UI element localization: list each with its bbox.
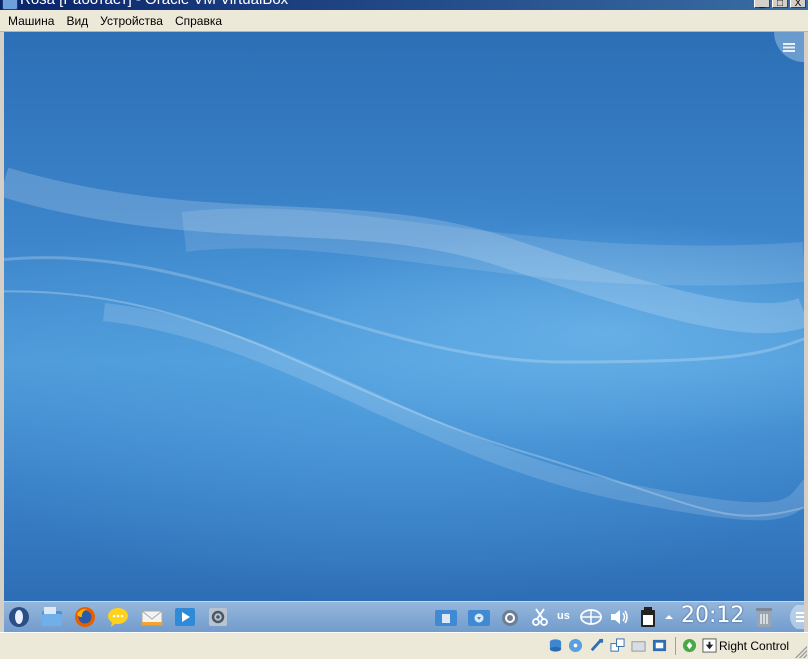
file-manager-icon[interactable] (40, 605, 64, 629)
network-icon[interactable] (579, 605, 603, 629)
hard-disk-icon[interactable] (548, 638, 563, 653)
keyboard-layout-indicator[interactable]: us (557, 610, 570, 622)
host-key-label: Right Control (719, 639, 790, 653)
usb-icon[interactable] (589, 638, 604, 653)
rosa-menu-icon[interactable] (7, 605, 31, 629)
optical-drive-icon[interactable] (568, 638, 583, 653)
volume-icon[interactable] (607, 605, 631, 629)
folder-downloads-icon[interactable] (467, 605, 491, 629)
taskbar-panel: us 20:12 (4, 601, 804, 632)
folder-documents-icon[interactable] (434, 605, 458, 629)
shared-folders-icon[interactable] (631, 638, 646, 653)
status-divider (675, 637, 676, 655)
battery-icon[interactable] (636, 605, 660, 629)
mail-icon[interactable] (140, 605, 164, 629)
window-titlebar[interactable]: Rosa [Работает] - Oracle VM VirtualBox _… (0, 0, 808, 10)
menu-devices[interactable]: Устройства (94, 14, 169, 28)
menu-machine[interactable]: Машина (0, 14, 60, 28)
desktop-wallpaper (4, 167, 804, 521)
menu-view[interactable]: Вид (60, 14, 94, 28)
maximize-button[interactable]: □ (772, 0, 788, 9)
network-adapters-icon[interactable] (610, 638, 625, 653)
close-button[interactable]: X (790, 0, 806, 9)
vm-status-bar: Right Control (0, 632, 808, 659)
resize-grip[interactable] (795, 646, 807, 658)
chat-icon[interactable] (106, 605, 130, 629)
video-capture-icon[interactable] (652, 638, 667, 653)
update-icon[interactable] (498, 605, 522, 629)
window-title: Rosa [Работает] - Oracle VM VirtualBox (20, 0, 288, 8)
mouse-integration-icon[interactable] (682, 638, 697, 653)
firefox-icon[interactable] (73, 605, 97, 629)
trash-icon[interactable] (752, 605, 776, 629)
clipboard-scissors-icon[interactable] (528, 605, 552, 629)
desktop-dashboard-icon[interactable] (784, 605, 804, 629)
guest-screen[interactable]: us 20:12 (4, 32, 804, 632)
virtualbox-app-icon (2, 0, 18, 10)
media-player-icon[interactable] (173, 605, 197, 629)
minimize-button[interactable]: _ (754, 0, 770, 9)
panel-clock[interactable]: 20:12 (681, 603, 744, 628)
settings-icon[interactable] (206, 605, 230, 629)
show-hidden-icon[interactable] (663, 605, 675, 629)
host-key-arrow-icon (702, 638, 717, 653)
menu-help[interactable]: Справка (169, 14, 228, 28)
menu-bar: Машина Вид Устройства Справка (0, 10, 808, 32)
